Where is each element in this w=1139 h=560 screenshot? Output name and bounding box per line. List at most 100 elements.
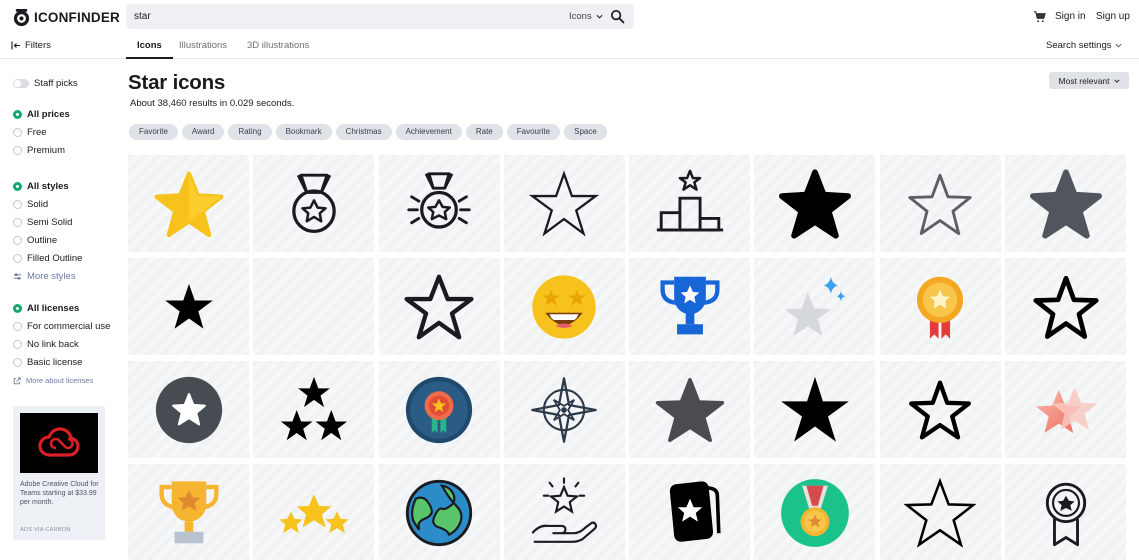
radio[interactable] — [13, 254, 22, 263]
option-label: No link back — [27, 339, 79, 350]
icon-card[interactable] — [378, 464, 500, 560]
icon-grid — [128, 155, 1127, 560]
radio[interactable] — [13, 236, 22, 245]
icon-card[interactable] — [1005, 258, 1127, 355]
stars-gradient-pink-icon — [1035, 386, 1098, 433]
icon-card[interactable] — [629, 155, 751, 252]
tag-chip[interactable]: Christmas — [335, 124, 392, 140]
tag-chip[interactable]: Rating — [228, 124, 272, 140]
icon-card-empty[interactable] — [253, 258, 375, 355]
icon-card[interactable] — [128, 155, 249, 252]
icon-card[interactable] — [754, 361, 876, 458]
price-option-premium[interactable]: Premium — [13, 145, 65, 156]
price-option-all[interactable]: All prices — [13, 109, 70, 120]
search-settings-dropdown[interactable]: Search settings — [1046, 40, 1122, 51]
license-option-all[interactable]: All licenses — [13, 303, 79, 314]
star-outline-gray-icon — [908, 173, 972, 235]
icon-card[interactable] — [503, 464, 625, 560]
license-option-basic[interactable]: Basic license — [13, 357, 82, 368]
logo[interactable]: ICONFINDER — [12, 8, 120, 27]
chevron-down-icon — [1115, 43, 1122, 48]
icon-card[interactable] — [378, 361, 500, 458]
award-ribbon-outline-icon — [1045, 482, 1086, 546]
search-icon[interactable] — [610, 9, 625, 24]
staff-picks-toggle[interactable]: Staff picks — [13, 78, 78, 89]
radio[interactable] — [13, 200, 22, 209]
icon-card[interactable] — [503, 258, 625, 355]
star-solid-black-icon — [778, 168, 851, 239]
carbon-ad[interactable]: Adobe Creative Cloud for Teams starting … — [13, 406, 105, 540]
radio[interactable] — [13, 358, 22, 367]
search-input[interactable] — [134, 4, 534, 29]
radio-selected[interactable] — [13, 182, 22, 191]
icon-card[interactable] — [879, 155, 1001, 252]
radio[interactable] — [13, 218, 22, 227]
radio[interactable] — [13, 146, 22, 155]
icon-card[interactable] — [879, 464, 1001, 560]
hand-star-outline-icon — [531, 476, 598, 543]
tag-chip[interactable]: Favourite — [506, 124, 561, 140]
icon-card[interactable] — [1005, 361, 1127, 458]
icon-card[interactable] — [503, 155, 625, 252]
tag-chip[interactable]: Space — [564, 124, 607, 140]
ad-via-label[interactable]: ADS VIA CARBON — [20, 527, 71, 533]
ad-text[interactable]: Adobe Creative Cloud for Teams starting … — [20, 481, 100, 507]
ad-image[interactable] — [20, 413, 98, 473]
icon-card[interactable] — [253, 361, 375, 458]
price-option-free[interactable]: Free — [13, 127, 47, 138]
search-type-dropdown[interactable]: Icons — [569, 4, 603, 29]
radio-selected[interactable] — [13, 304, 22, 313]
toggle-switch[interactable] — [13, 79, 29, 88]
sort-dropdown[interactable]: Most relevant — [1049, 72, 1129, 89]
icon-card[interactable] — [503, 361, 625, 458]
tag-chip[interactable]: Rate — [465, 124, 503, 140]
icon-card[interactable] — [1005, 464, 1127, 560]
icon-card[interactable] — [128, 258, 249, 355]
style-option-solid[interactable]: Solid — [13, 199, 48, 210]
tag-chip[interactable]: Bookmark — [275, 124, 332, 140]
icon-card[interactable] — [629, 258, 751, 355]
star-solid-gray-icon — [1029, 168, 1102, 239]
style-option-filled-outline[interactable]: Filled Outline — [13, 253, 82, 264]
license-option-commercial[interactable]: For commercial use — [13, 321, 110, 332]
cart-icon[interactable] — [1033, 10, 1046, 23]
style-option-outline[interactable]: Outline — [13, 235, 57, 246]
tab-illustrations[interactable]: Illustrations — [179, 40, 227, 59]
icon-card[interactable] — [879, 258, 1001, 355]
icon-card[interactable] — [128, 361, 249, 458]
radio[interactable] — [13, 128, 22, 137]
tag-chip[interactable]: Achievement — [395, 124, 462, 140]
tag-chip[interactable]: Award — [181, 124, 225, 140]
icon-card[interactable] — [629, 464, 751, 560]
sign-in-link[interactable]: Sign in — [1055, 11, 1086, 22]
radio-selected[interactable] — [13, 110, 22, 119]
icon-card[interactable] — [378, 155, 500, 252]
creative-cloud-logo-icon — [38, 427, 80, 457]
more-licenses-link[interactable]: More about licenses — [13, 376, 93, 385]
icon-card[interactable] — [754, 258, 876, 355]
sign-up-link[interactable]: Sign up — [1096, 11, 1130, 22]
tag-chip[interactable]: Favorite — [129, 124, 178, 140]
icon-card[interactable] — [754, 155, 876, 252]
radio[interactable] — [13, 340, 22, 349]
tab-3d-illustrations[interactable]: 3D illustrations — [247, 40, 309, 59]
license-option-no-link-back[interactable]: No link back — [13, 339, 79, 350]
option-label: Outline — [27, 235, 58, 246]
icon-card[interactable] — [253, 155, 375, 252]
icon-card[interactable] — [1005, 155, 1127, 252]
trophy-blue-icon — [660, 276, 720, 334]
radio[interactable] — [13, 322, 22, 331]
more-styles-link[interactable]: More styles — [13, 271, 76, 282]
filters-toggle[interactable]: Filters — [11, 40, 51, 51]
icon-card[interactable] — [378, 258, 500, 355]
style-option-all[interactable]: All styles — [13, 181, 69, 192]
star-outline-bold-icon — [404, 274, 474, 339]
star-solid-sharp-icon — [781, 376, 849, 442]
style-option-semi-solid[interactable]: Semi Solid — [13, 217, 72, 228]
icon-card[interactable] — [879, 361, 1001, 458]
icon-card[interactable] — [253, 464, 375, 560]
icon-card[interactable] — [629, 361, 751, 458]
icon-card[interactable] — [754, 464, 876, 560]
icon-card[interactable] — [128, 464, 249, 560]
tab-icons[interactable]: Icons — [126, 40, 173, 59]
